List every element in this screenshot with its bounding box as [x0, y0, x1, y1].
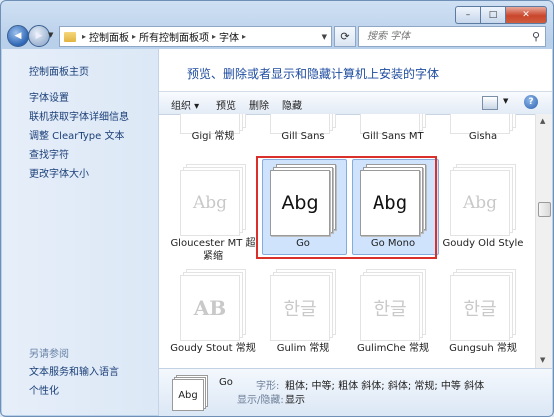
list-item[interactable]: Abg Gloucester MT 超紧缩 [169, 164, 257, 264]
list-item[interactable]: Gill Sans MT [349, 114, 437, 158]
list-item[interactable]: AB Goudy Stout 常规 [169, 269, 257, 368]
scroll-down-icon[interactable]: ▼ [540, 356, 545, 364]
page-title: 预览、删除或者显示和隐藏计算机上安装的字体 [187, 67, 440, 81]
details-font-thumbnail: Abg [172, 375, 208, 411]
chevron-right-icon[interactable]: ▸ [242, 32, 246, 41]
list-item[interactable]: 한글 GulimChe 常规 [349, 269, 437, 368]
font-name-label: Goudy Stout 常规 [170, 343, 256, 354]
navigation-pane: 控制面板主页 字体设置 联机获取字体详细信息 调整 ClearType 文本 查… [2, 49, 159, 415]
font-name-label: Gigi 常规 [191, 131, 235, 142]
help-icon[interactable]: ? [524, 95, 538, 109]
change-view-icon[interactable] [482, 96, 498, 110]
address-bar[interactable]: ▸ 控制面板 ▸ 所有控制面板项 ▸ 字体 ▸ ▼ [59, 26, 332, 47]
font-name-label: Gill Sans MT [362, 131, 424, 142]
explorer-window: – □ ✕ ◀ ▶ ▼ ▸ 控制面板 ▸ 所有控制面板项 ▸ 字体 ▸ ▼ ⟳ … [0, 0, 554, 417]
list-item[interactable]: 한글 Gungsuh 常规 [439, 269, 527, 368]
control-panel-home-link[interactable]: 控制面板主页 [29, 63, 89, 78]
chevron-right-icon[interactable]: ▸ [132, 32, 136, 41]
folder-icon [64, 31, 76, 42]
minimize-button[interactable]: – [455, 6, 480, 24]
close-icon: ✕ [522, 10, 530, 20]
preview-button[interactable]: 预览 [216, 97, 236, 112]
font-thumbnail: 한글 [450, 269, 516, 341]
minimize-icon: – [465, 10, 471, 20]
highlight-annotation-box [256, 156, 437, 259]
caption-buttons: – □ ✕ [455, 6, 547, 24]
recent-pages-dropdown-icon[interactable]: ▼ [48, 31, 53, 39]
vertical-scrollbar[interactable]: ▲ ▼ [535, 114, 552, 368]
font-name-label: Gungsuh 常规 [449, 343, 517, 354]
adjust-cleartype-link[interactable]: 调整 ClearType 文本 [29, 127, 124, 142]
breadcrumb-fonts[interactable]: 字体 [219, 29, 239, 44]
font-name-label: GulimChe 常规 [356, 343, 430, 354]
forward-arrow-icon: ▶ [35, 31, 43, 41]
list-item[interactable]: Gisha [439, 114, 527, 158]
forward-button[interactable]: ▶ [28, 25, 50, 47]
organize-menu-button[interactable]: 组织 ▾ [171, 97, 199, 112]
visibility-label: 显示/隐藏: [237, 395, 284, 406]
hide-button[interactable]: 隐藏 [282, 97, 302, 112]
list-item[interactable]: Abg Goudy Old Style [439, 164, 527, 264]
text-services-link[interactable]: 文本服务和输入语言 [29, 363, 119, 378]
breadcrumb-control-panel[interactable]: 控制面板 [89, 29, 129, 44]
list-item[interactable]: Gill Sans [259, 114, 347, 158]
font-thumbnail: Abg [180, 164, 246, 236]
get-font-info-online-link[interactable]: 联机获取字体详细信息 [29, 108, 129, 123]
change-font-size-link[interactable]: 更改字体大小 [29, 165, 89, 180]
font-name-label: Gloucester MT 超紧缩 [170, 238, 256, 262]
command-bar: 组织 ▾ 预览 删除 隐藏 ▼ ? [159, 91, 552, 115]
scroll-up-icon[interactable]: ▲ [540, 117, 545, 125]
back-arrow-icon: ◀ [14, 31, 22, 41]
font-style-label: 字形: [256, 381, 280, 392]
back-button[interactable]: ◀ [7, 25, 29, 47]
font-name-label: Gill Sans [281, 131, 325, 142]
list-item[interactable]: 한글 Gulim 常规 [259, 269, 347, 368]
refresh-button[interactable]: ⟳ [334, 26, 356, 47]
maximize-icon: □ [488, 10, 498, 20]
font-name-label: Gisha [468, 131, 498, 142]
address-row: ◀ ▶ ▼ ▸ 控制面板 ▸ 所有控制面板项 ▸ 字体 ▸ ▼ ⟳ ⚲ [1, 23, 553, 49]
font-thumbnail: 한글 [270, 269, 336, 341]
font-style-value: 粗体; 中等; 粗体 斜体; 斜体; 常规; 中等 斜体 [285, 381, 485, 392]
close-button[interactable]: ✕ [505, 6, 547, 24]
font-settings-link[interactable]: 字体设置 [29, 89, 69, 104]
search-input[interactable] [359, 30, 527, 43]
chevron-right-icon[interactable]: ▸ [212, 32, 216, 41]
font-name-label: Goudy Old Style [442, 238, 524, 249]
font-thumbnail: 한글 [360, 269, 426, 341]
details-pane: Abg Go 字形: 粗体; 中等; 粗体 斜体; 斜体; 常规; 中等 斜体 … [159, 368, 552, 416]
delete-button[interactable]: 删除 [249, 97, 269, 112]
personalization-link[interactable]: 个性化 [29, 382, 59, 397]
search-icon[interactable]: ⚲ [527, 30, 545, 43]
font-name-label: Gulim 常规 [276, 343, 330, 354]
address-dropdown-icon[interactable]: ▼ [322, 33, 327, 41]
refresh-icon: ⟳ [340, 30, 350, 43]
chevron-right-icon[interactable]: ▸ [82, 32, 86, 41]
find-character-link[interactable]: 查找字符 [29, 146, 69, 161]
view-options-dropdown-icon[interactable]: ▼ [503, 97, 508, 105]
font-thumbnail: AB [180, 269, 246, 341]
details-font-name: Go [219, 377, 233, 388]
search-box: ⚲ [358, 26, 546, 47]
visibility-value: 显示 [285, 395, 305, 406]
maximize-button[interactable]: □ [480, 6, 505, 24]
breadcrumb-all-items[interactable]: 所有控制面板项 [139, 29, 209, 44]
see-also-heading: 另请参阅 [29, 349, 69, 360]
scrollbar-thumb[interactable] [538, 202, 551, 217]
font-thumbnail: Abg [450, 164, 516, 236]
list-item[interactable]: Gigi 常规 [169, 114, 257, 158]
